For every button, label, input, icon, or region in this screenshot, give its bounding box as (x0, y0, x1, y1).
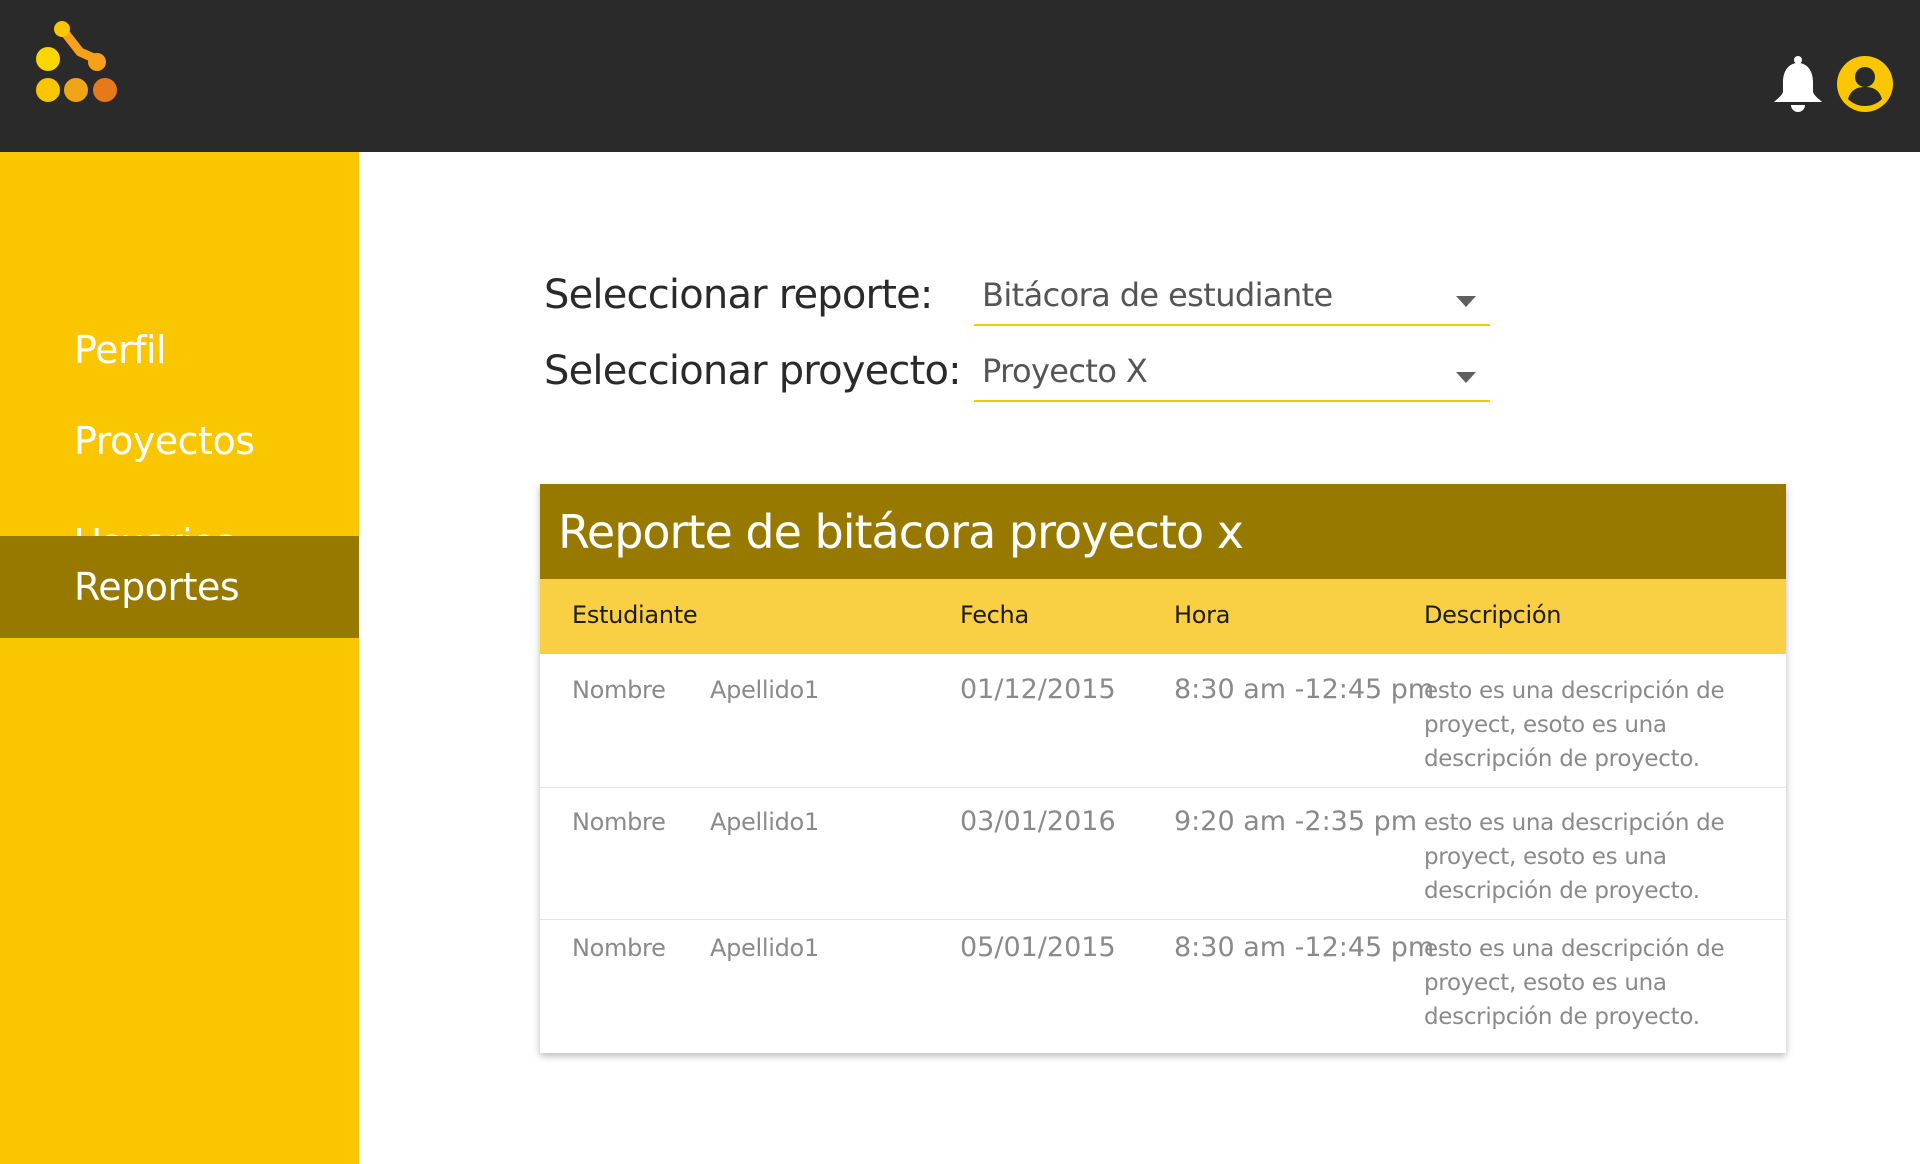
user-circle-icon[interactable] (1836, 55, 1894, 113)
cell-nombre: Nombre (572, 934, 666, 962)
cell-hora: 9:20 am -2:35 pm (1174, 806, 1418, 837)
cell-apellido: Apellido1 (710, 808, 819, 836)
sidebar-item-label: Proyectos (74, 419, 255, 463)
cell-hora: 8:30 am -12:45 pm (1174, 674, 1435, 705)
cell-hora: 8:30 am -12:45 pm (1174, 932, 1435, 963)
column-header-hora: Hora (1174, 601, 1231, 629)
column-header-estudiante: Estudiante (572, 601, 698, 629)
sidebar-item-proyectos[interactable]: Proyectos (0, 390, 359, 492)
cell-nombre: Nombre (572, 676, 666, 704)
report-card: Reporte de bitácora proyecto x Estudiant… (540, 484, 1786, 1053)
cell-descripcion: esto es una descripción de proyect, esot… (1424, 936, 1725, 1030)
cell-apellido: Apellido1 (710, 676, 819, 704)
sidebar-item-reportes[interactable]: Reportes (0, 536, 359, 638)
chevron-down-icon (1456, 372, 1476, 383)
project-select[interactable]: Proyecto X (974, 348, 1490, 402)
report-title: Reporte de bitácora proyecto x (540, 484, 1786, 579)
chevron-down-icon (1456, 296, 1476, 307)
column-header-descripcion: Descripción (1424, 601, 1562, 629)
molecule-logo-icon[interactable] (30, 18, 130, 108)
cell-fecha: 03/01/2016 (960, 806, 1116, 837)
cell-nombre: Nombre (572, 808, 666, 836)
column-header-fecha: Fecha (960, 601, 1029, 629)
report-select-label: Seleccionar reporte: (544, 272, 933, 318)
table-row[interactable]: Nombre Apellido1 03/01/2016 9:20 am -2:3… (540, 788, 1786, 920)
sidebar-item-perfil[interactable]: Perfil (0, 299, 359, 401)
sidebar-item-label: Perfil (74, 328, 167, 372)
report-select[interactable]: Bitácora de estudiante (974, 272, 1490, 326)
table-header-row: Estudiante Fecha Hora Descripción (540, 579, 1786, 654)
top-bar (0, 0, 1920, 152)
project-select-label: Seleccionar proyecto: (544, 348, 962, 394)
cell-fecha: 01/12/2015 (960, 674, 1116, 705)
sidebar-item-label: Reportes (74, 565, 240, 609)
cell-descripcion: esto es una descripción de proyect, esot… (1424, 810, 1725, 904)
bell-icon[interactable] (1770, 55, 1826, 113)
cell-descripcion: esto es una descripción de proyect, esot… (1424, 678, 1725, 772)
report-select-value: Bitácora de estudiante (982, 276, 1333, 314)
sidebar: Perfil Proyectos Usuarios Reportes (0, 152, 359, 1164)
project-select-value: Proyecto X (982, 352, 1148, 390)
table-row[interactable]: Nombre Apellido1 01/12/2015 8:30 am -12:… (540, 654, 1786, 788)
cell-apellido: Apellido1 (710, 934, 819, 962)
table-row[interactable]: Nombre Apellido1 05/01/2015 8:30 am -12:… (540, 920, 1786, 1053)
cell-fecha: 05/01/2015 (960, 932, 1116, 963)
